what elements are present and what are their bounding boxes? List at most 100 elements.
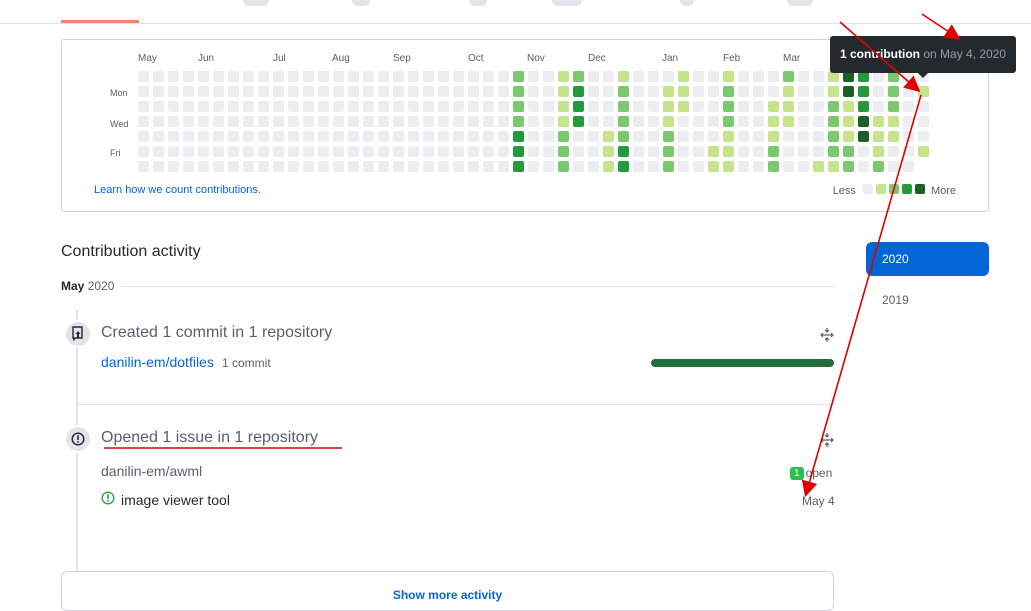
contribution-day[interactable] <box>528 161 539 172</box>
contribution-day[interactable] <box>633 116 644 127</box>
contribution-day[interactable] <box>273 86 284 97</box>
contribution-day[interactable] <box>333 131 344 142</box>
contribution-day[interactable] <box>573 131 584 142</box>
contribution-day[interactable] <box>573 116 584 127</box>
contribution-day[interactable] <box>768 86 779 97</box>
contribution-day[interactable] <box>348 116 359 127</box>
contribution-day[interactable] <box>243 116 254 127</box>
contribution-day[interactable] <box>723 146 734 157</box>
contribution-day[interactable] <box>693 146 704 157</box>
contribution-day[interactable] <box>783 161 794 172</box>
contribution-day[interactable] <box>213 146 224 157</box>
contribution-day[interactable] <box>663 101 674 112</box>
contribution-day[interactable] <box>588 101 599 112</box>
contribution-day[interactable] <box>663 86 674 97</box>
contribution-day[interactable] <box>603 86 614 97</box>
contribution-day[interactable] <box>603 131 614 142</box>
contribution-day[interactable] <box>288 86 299 97</box>
contribution-day[interactable] <box>273 71 284 82</box>
contribution-day[interactable] <box>603 101 614 112</box>
contribution-day[interactable] <box>198 131 209 142</box>
contribution-day[interactable] <box>228 116 239 127</box>
contribution-day[interactable] <box>648 86 659 97</box>
contribution-day[interactable] <box>333 161 344 172</box>
contribution-day[interactable] <box>423 86 434 97</box>
contribution-day[interactable] <box>783 86 794 97</box>
contribution-day[interactable] <box>708 146 719 157</box>
contribution-day[interactable] <box>873 116 884 127</box>
contribution-day[interactable] <box>813 131 824 142</box>
contribution-day[interactable] <box>648 161 659 172</box>
contribution-day[interactable] <box>828 101 839 112</box>
contribution-day[interactable] <box>648 116 659 127</box>
contribution-day[interactable] <box>738 71 749 82</box>
contribution-day[interactable] <box>558 161 569 172</box>
contribution-day[interactable] <box>543 116 554 127</box>
contribution-day[interactable] <box>753 116 764 127</box>
contribution-day[interactable] <box>543 71 554 82</box>
contribution-day[interactable] <box>168 101 179 112</box>
contribution-day[interactable] <box>558 86 569 97</box>
contribution-day[interactable] <box>798 116 809 127</box>
contribution-day[interactable] <box>288 146 299 157</box>
contribution-day[interactable] <box>393 146 404 157</box>
contribution-day[interactable] <box>423 161 434 172</box>
contribution-day[interactable] <box>783 131 794 142</box>
contribution-day[interactable] <box>678 116 689 127</box>
contribution-day[interactable] <box>573 101 584 112</box>
contribution-day[interactable] <box>213 71 224 82</box>
contribution-day[interactable] <box>333 86 344 97</box>
contribution-day[interactable] <box>693 101 704 112</box>
contribution-day[interactable] <box>648 71 659 82</box>
contribution-day[interactable] <box>753 161 764 172</box>
contribution-day[interactable] <box>663 131 674 142</box>
contribution-day[interactable] <box>183 71 194 82</box>
contribution-day[interactable] <box>453 101 464 112</box>
contribution-day[interactable] <box>183 131 194 142</box>
contribution-day[interactable] <box>288 71 299 82</box>
contribution-day[interactable] <box>378 161 389 172</box>
contribution-day[interactable] <box>513 71 524 82</box>
contribution-day[interactable] <box>138 101 149 112</box>
contribution-day[interactable] <box>228 71 239 82</box>
contribution-day[interactable] <box>843 116 854 127</box>
contribution-day[interactable] <box>843 161 854 172</box>
contribution-day[interactable] <box>453 131 464 142</box>
contribution-day[interactable] <box>543 131 554 142</box>
contribution-day[interactable] <box>843 131 854 142</box>
contribution-day[interactable] <box>798 146 809 157</box>
contribution-day[interactable] <box>288 161 299 172</box>
contribution-day[interactable] <box>528 116 539 127</box>
contribution-day[interactable] <box>318 131 329 142</box>
contribution-day[interactable] <box>438 161 449 172</box>
contribution-day[interactable] <box>333 116 344 127</box>
contribution-day[interactable] <box>888 101 899 112</box>
contribution-day[interactable] <box>858 161 869 172</box>
contribution-day[interactable] <box>243 86 254 97</box>
contribution-day[interactable] <box>213 131 224 142</box>
contribution-day[interactable] <box>723 71 734 82</box>
contribution-day[interactable] <box>258 131 269 142</box>
contribution-day[interactable] <box>243 101 254 112</box>
contribution-day[interactable] <box>873 131 884 142</box>
contribution-day[interactable] <box>768 131 779 142</box>
contribution-day[interactable] <box>348 71 359 82</box>
contribution-day[interactable] <box>738 116 749 127</box>
contribution-day[interactable] <box>183 101 194 112</box>
contribution-day[interactable] <box>363 101 374 112</box>
contribution-day[interactable] <box>768 161 779 172</box>
contribution-day[interactable] <box>753 101 764 112</box>
contribution-day[interactable] <box>558 101 569 112</box>
contribution-day[interactable] <box>903 146 914 157</box>
contribution-day[interactable] <box>423 131 434 142</box>
contribution-day[interactable] <box>183 161 194 172</box>
contribution-day[interactable] <box>153 131 164 142</box>
contribution-day[interactable] <box>888 146 899 157</box>
contribution-day[interactable] <box>558 146 569 157</box>
contribution-day[interactable] <box>168 86 179 97</box>
contribution-day[interactable] <box>918 146 929 157</box>
contribution-day[interactable] <box>753 86 764 97</box>
issue-repo-name[interactable]: danilin-em/awml <box>101 463 202 479</box>
contribution-day[interactable] <box>663 71 674 82</box>
contribution-day[interactable] <box>468 146 479 157</box>
